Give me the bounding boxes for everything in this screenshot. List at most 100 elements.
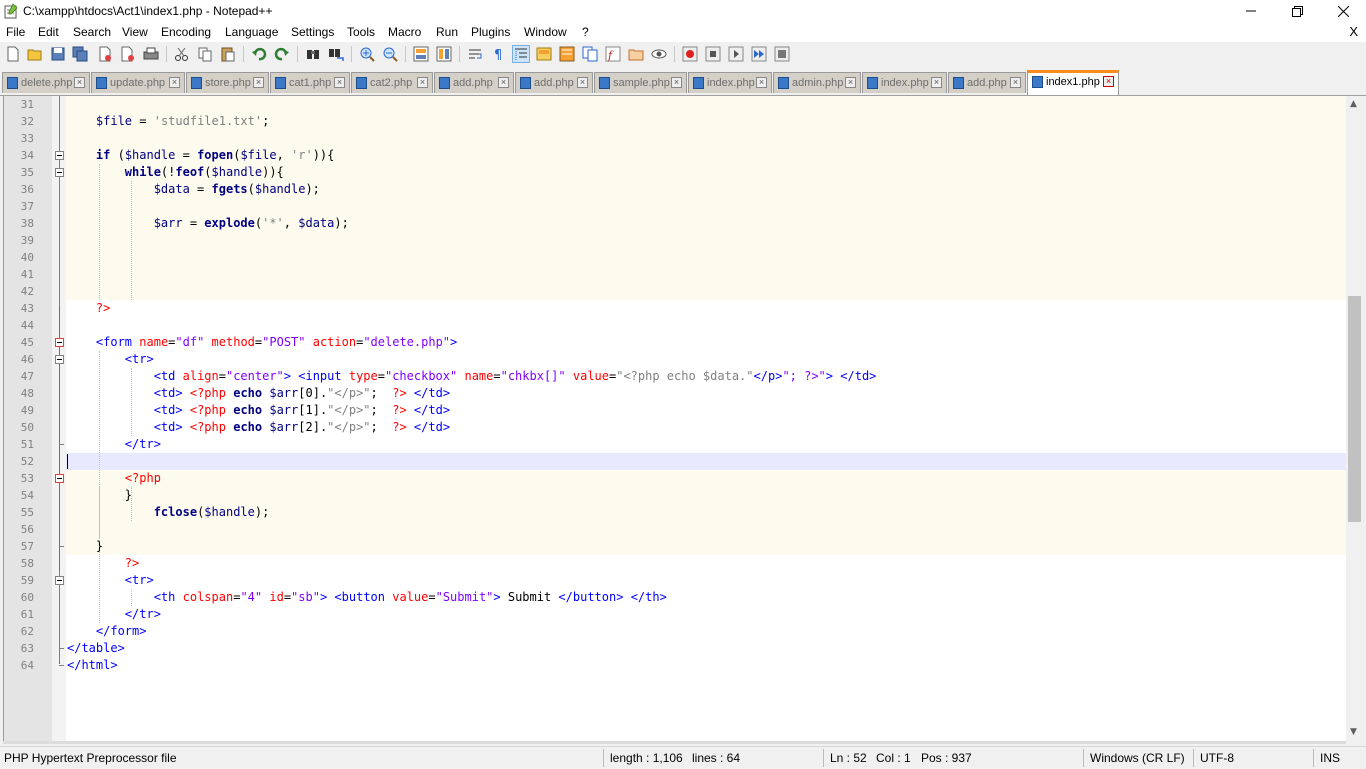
scroll-down-icon[interactable]: ▼ (1350, 727, 1357, 737)
code-line[interactable]: 56 (4, 521, 1347, 538)
new-file-icon[interactable] (5, 46, 21, 62)
menu-help[interactable]: ? (582, 25, 589, 39)
tab-sample-php[interactable]: sample.php × (594, 72, 687, 93)
tab-add-php[interactable]: add.php × (434, 72, 514, 93)
code-line[interactable]: 41 (4, 266, 1347, 283)
menu-view[interactable]: View (122, 25, 148, 39)
document-map-icon[interactable] (559, 46, 575, 62)
save-macro-icon[interactable] (774, 46, 790, 62)
tab-close-icon[interactable]: × (334, 77, 345, 88)
menu-window[interactable]: Window (524, 25, 567, 39)
stop-macro-icon[interactable] (705, 46, 721, 62)
code-line[interactable]: 32 $file = 'studfile1.txt'; (4, 113, 1347, 130)
menu-encoding[interactable]: Encoding (161, 25, 211, 39)
tab-close-icon[interactable]: × (756, 77, 767, 88)
code-line[interactable]: 35 while(!feof($handle)){ (4, 164, 1347, 181)
find-icon[interactable] (305, 46, 321, 62)
code-line[interactable]: 51 </tr> (4, 436, 1347, 453)
menu-run[interactable]: Run (436, 25, 458, 39)
code-line[interactable]: 61 </tr> (4, 606, 1347, 623)
code-line[interactable]: 31 (4, 96, 1347, 113)
code-line[interactable]: 55 fclose($handle); (4, 504, 1347, 521)
user-defined-language-icon[interactable] (536, 46, 552, 62)
menu-macro[interactable]: Macro (388, 25, 421, 39)
redo-icon[interactable] (274, 46, 290, 62)
code-line[interactable]: 48 <td> <?php echo $arr[0]."</p>"; ?> </… (4, 385, 1347, 402)
code-line[interactable]: 34 if ($handle = fopen($file, 'r')){ (4, 147, 1347, 164)
minimize-button[interactable] (1228, 0, 1274, 22)
tab-close-icon[interactable]: × (253, 77, 264, 88)
record-macro-icon[interactable] (682, 46, 698, 62)
undo-icon[interactable] (251, 46, 267, 62)
folder-as-workspace-icon[interactable] (628, 46, 644, 62)
tab-close-icon[interactable]: × (671, 77, 682, 88)
code-line[interactable]: 58 ?> (4, 555, 1347, 572)
scroll-up-icon[interactable]: ▲ (1350, 99, 1357, 109)
tab-close-icon[interactable]: × (74, 77, 85, 88)
insert-mode[interactable]: INS (1320, 751, 1340, 765)
sync-horizontal-icon[interactable] (436, 46, 452, 62)
run-macro-multiple-icon[interactable] (751, 46, 767, 62)
close-button[interactable] (1320, 0, 1366, 22)
code-line[interactable]: 47 <td align="center"> <input type="chec… (4, 368, 1347, 385)
code-line[interactable]: 62 </form> (4, 623, 1347, 640)
word-wrap-icon[interactable] (467, 46, 483, 62)
menu-search[interactable]: Search (73, 25, 111, 39)
code-line[interactable]: 39 (4, 232, 1347, 249)
tab-close-icon[interactable]: × (845, 77, 856, 88)
tab-close-icon[interactable]: × (1010, 77, 1021, 88)
code-line[interactable]: 54 } (4, 487, 1347, 504)
close-all-icon[interactable] (120, 46, 136, 62)
zoom-out-icon[interactable] (382, 46, 398, 62)
code-line[interactable]: 37 (4, 198, 1347, 215)
copy-icon[interactable] (197, 46, 213, 62)
open-file-icon[interactable] (27, 46, 43, 62)
tab-index1-php[interactable]: index1.php × (1027, 70, 1119, 95)
code-line[interactable]: 53 <?php (4, 470, 1347, 487)
tab-update-php[interactable]: update.php × (91, 72, 185, 93)
code-line[interactable]: 64 </html> (4, 657, 1347, 674)
tab-close-icon[interactable]: × (577, 77, 588, 88)
code-line[interactable]: 50 <td> <?php echo $arr[2]."</p>"; ?> </… (4, 419, 1347, 436)
eol-format[interactable]: Windows (CR LF) (1090, 751, 1185, 765)
indent-guide-icon[interactable] (512, 45, 530, 63)
tab-close-icon[interactable]: × (417, 77, 428, 88)
show-all-characters-icon[interactable]: ¶ (490, 46, 506, 62)
code-line[interactable]: 42 (4, 283, 1347, 300)
tab-close-icon[interactable]: × (1103, 76, 1114, 87)
code-line[interactable]: 57 } (4, 538, 1347, 555)
code-line[interactable]: 44 (4, 317, 1347, 334)
tab-delete-php[interactable]: delete.php × (2, 72, 90, 93)
code-line[interactable]: 43 ?> (4, 300, 1347, 317)
menu-language[interactable]: Language (225, 25, 278, 39)
print-icon[interactable] (143, 46, 159, 62)
menu-tools[interactable]: Tools (347, 25, 375, 39)
code-line[interactable]: 40 (4, 249, 1347, 266)
zoom-in-icon[interactable] (359, 46, 375, 62)
code-line[interactable]: 38 $arr = explode('*', $data); (4, 215, 1347, 232)
play-macro-icon[interactable] (728, 46, 744, 62)
tab-index-php[interactable]: index.php × (862, 72, 947, 93)
tab-close-icon[interactable]: × (498, 77, 509, 88)
tab-index-php[interactable]: index.php × (688, 72, 772, 93)
code-editor[interactable]: 31 32 $file = 'studfile1.txt'; 33 34 if ($h… (3, 96, 1347, 741)
tab-store-php[interactable]: store.php × (186, 72, 269, 93)
save-icon[interactable] (50, 46, 66, 62)
function-list-icon[interactable]: f (605, 46, 621, 62)
tab-add-php[interactable]: add.php × (948, 72, 1026, 93)
code-line[interactable]: 33 (4, 130, 1347, 147)
code-line[interactable]: 49 <td> <?php echo $arr[1]."</p>"; ?> </… (4, 402, 1347, 419)
menu-plugins[interactable]: Plugins (471, 25, 510, 39)
code-line[interactable]: 52 (4, 453, 1347, 470)
vertical-scrollbar[interactable]: ▲ ▼ (1346, 96, 1363, 741)
tab-close-icon[interactable]: × (931, 77, 942, 88)
code-line[interactable]: 60 <th colspan="4" id="sb"> <button valu… (4, 589, 1347, 606)
scroll-thumb[interactable] (1348, 296, 1361, 522)
code-line[interactable]: 46 <tr> (4, 351, 1347, 368)
maximize-button[interactable] (1274, 0, 1320, 22)
tab-close-icon[interactable]: × (169, 77, 180, 88)
encoding[interactable]: UTF-8 (1200, 751, 1234, 765)
paste-icon[interactable] (220, 46, 236, 62)
save-all-icon[interactable] (72, 46, 88, 62)
document-list-icon[interactable] (582, 46, 598, 62)
